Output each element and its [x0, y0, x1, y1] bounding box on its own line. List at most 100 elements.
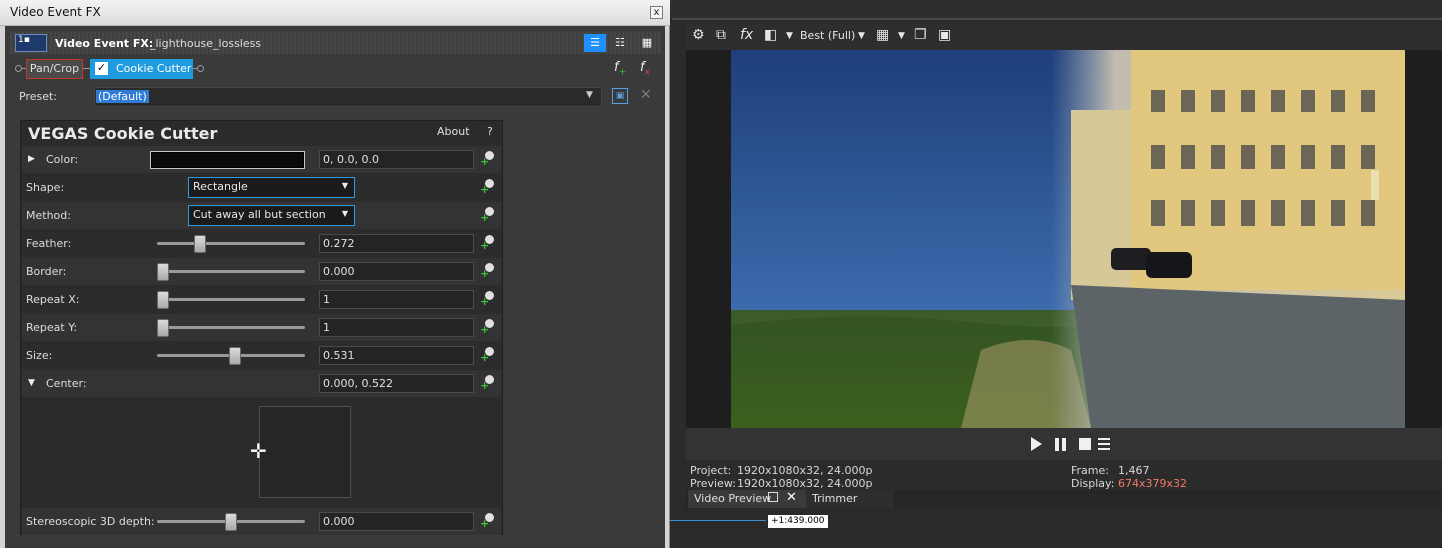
center-label: Center: [46, 377, 87, 390]
timeline-strip [670, 508, 1442, 548]
video-event-icon: 1▪ [15, 34, 47, 52]
delete-preset-icon[interactable]: ✕ [640, 87, 652, 103]
stop-icon[interactable] [1079, 438, 1091, 450]
method-dropdown-value: Cut away all but section [193, 208, 326, 221]
menu-icon[interactable] [1098, 438, 1110, 450]
method-dropdown[interactable]: Cut away all but section ▼ [188, 205, 355, 226]
stereo-slider-thumb[interactable] [225, 513, 237, 531]
color-label: Color: [46, 153, 79, 166]
about-link[interactable]: About [437, 125, 470, 138]
size-value-field[interactable]: 0.531 [319, 346, 474, 365]
feather-slider-track[interactable] [157, 242, 305, 245]
repeat-x-slider-thumb[interactable] [157, 291, 169, 309]
help-link[interactable]: ? [487, 125, 493, 138]
feather-label: Feather: [26, 237, 72, 250]
border-label: Border: [26, 265, 67, 278]
border-value-field[interactable]: 0.000 [319, 262, 474, 281]
repeat-x-value-field[interactable]: 1 [319, 290, 474, 309]
border-slider-thumb[interactable] [157, 263, 169, 281]
keyframe-add-icon[interactable]: + [480, 513, 494, 530]
keyframe-add-icon[interactable]: + [480, 319, 494, 336]
chevron-down-icon: ▼ [341, 209, 348, 218]
color-swatch[interactable] [150, 151, 305, 169]
repeat-y-slider-track[interactable] [157, 326, 305, 329]
fx-window-titlebar[interactable]: Video Event FX [0, 0, 670, 26]
timeline-divider [672, 18, 1442, 20]
keyframe-add-icon[interactable]: + [480, 375, 494, 392]
chain-item-cookie-cutter-label: Cookie Cutter [116, 62, 192, 75]
gear-icon[interactable]: ⚙ [692, 27, 705, 43]
timecode-badge: +1:439.000 [768, 515, 828, 528]
center-position-pad[interactable] [259, 406, 351, 498]
keyframe-add-icon[interactable]: + [480, 347, 494, 364]
chain-start-node [15, 65, 22, 72]
chevron-down-icon: ▼ [341, 181, 348, 190]
repeat-y-value-field[interactable]: 1 [319, 318, 474, 337]
preset-value[interactable]: (Default) [96, 90, 149, 103]
fx-icon[interactable]: fx [740, 27, 753, 43]
remove-fx-icon[interactable]: fx [640, 60, 650, 78]
repeat-y-slider-thumb[interactable] [157, 319, 169, 337]
fx-header-event-name: _lighthouse_lossless [150, 37, 262, 50]
chevron-down-icon[interactable]: ▼ [858, 31, 865, 41]
display-label: Display: [1071, 477, 1115, 490]
stereo-depth-label: Stereoscopic 3D depth: [26, 515, 155, 528]
preview-res-label: Preview: [690, 477, 736, 490]
repeat-x-slider-track[interactable] [157, 298, 305, 301]
feather-slider-thumb[interactable] [193, 235, 206, 253]
chevron-down-icon[interactable]: ▼ [586, 90, 593, 100]
tab-trimmer[interactable]: Trimmer [806, 490, 894, 508]
keyframe-add-icon[interactable]: + [480, 179, 494, 196]
frame-value: 1,467 [1118, 464, 1150, 477]
color-value-field[interactable]: 0, 0.0, 0.0 [319, 150, 474, 169]
stereo-value-field[interactable]: 0.000 [319, 512, 474, 531]
timeline-top-strip [670, 0, 1442, 20]
cookie-cutter-enable-checkbox[interactable]: ✓ [95, 62, 108, 75]
keyframe-add-icon[interactable]: + [480, 235, 494, 252]
keyframe-add-icon[interactable]: + [480, 263, 494, 280]
close-icon[interactable]: x [650, 6, 663, 19]
split-screen-icon[interactable]: ◧ [764, 27, 777, 43]
video-preview-frame [731, 50, 1405, 428]
chevron-down-icon[interactable]: ▼ [786, 31, 793, 41]
grid-view-icon[interactable]: ▦ [636, 34, 658, 52]
size-slider-thumb[interactable] [229, 347, 242, 365]
add-fx-icon[interactable]: f+ [614, 60, 626, 78]
timeline-cursor-line [670, 520, 766, 521]
grid-icon[interactable]: ▦ [876, 27, 889, 43]
feather-value-field[interactable]: 0.272 [319, 234, 474, 253]
preview-res-value: 1920x1080x32, 24.000p [737, 477, 873, 490]
close-icon[interactable]: ✕ [786, 490, 797, 505]
crosshair-icon[interactable]: ✛ [250, 439, 267, 463]
save-preset-icon[interactable]: ▣ [612, 88, 628, 104]
repeat-y-label: Repeat Y: [26, 321, 78, 334]
play-icon[interactable] [1031, 437, 1042, 451]
pause-icon[interactable] [1055, 438, 1066, 451]
copy-snapshot-icon[interactable]: ❐ [914, 27, 927, 43]
expand-right-icon[interactable]: ▶ [28, 154, 35, 164]
chain-item-pan-crop[interactable]: Pan/Crop [26, 59, 83, 79]
border-slider-track[interactable] [157, 270, 305, 273]
dock-window-icon[interactable] [768, 492, 778, 502]
project-value: 1920x1080x32, 24.000p [737, 464, 873, 477]
keyframe-add-icon[interactable]: + [480, 207, 494, 224]
preview-image [731, 50, 1405, 428]
preset-dropdown[interactable] [94, 87, 602, 107]
save-snapshot-icon[interactable]: ▣ [938, 27, 951, 43]
method-label: Method: [26, 209, 71, 222]
fx-window-title: Video Event FX [10, 5, 101, 19]
shape-dropdown-value: Rectangle [193, 180, 248, 193]
expand-down-icon[interactable]: ▼ [28, 378, 35, 388]
display-value: 674x379x32 [1118, 477, 1188, 490]
plugin-title: VEGAS Cookie Cutter [28, 124, 218, 143]
shape-dropdown[interactable]: Rectangle ▼ [188, 177, 355, 198]
list-view-icon[interactable]: ☰ [584, 34, 606, 52]
center-value-field[interactable]: 0.000, 0.522 [319, 374, 474, 393]
chevron-down-icon[interactable]: ▼ [898, 31, 905, 41]
two-column-view-icon[interactable]: ☷ [609, 34, 631, 52]
keyframe-add-icon[interactable]: + [480, 151, 494, 168]
preview-quality-dropdown[interactable]: Best (Full) [800, 29, 855, 42]
external-monitor-icon[interactable]: ⧉ [716, 27, 726, 43]
keyframe-add-icon[interactable]: + [480, 291, 494, 308]
fx-header-label: Video Event FX: [55, 37, 154, 50]
